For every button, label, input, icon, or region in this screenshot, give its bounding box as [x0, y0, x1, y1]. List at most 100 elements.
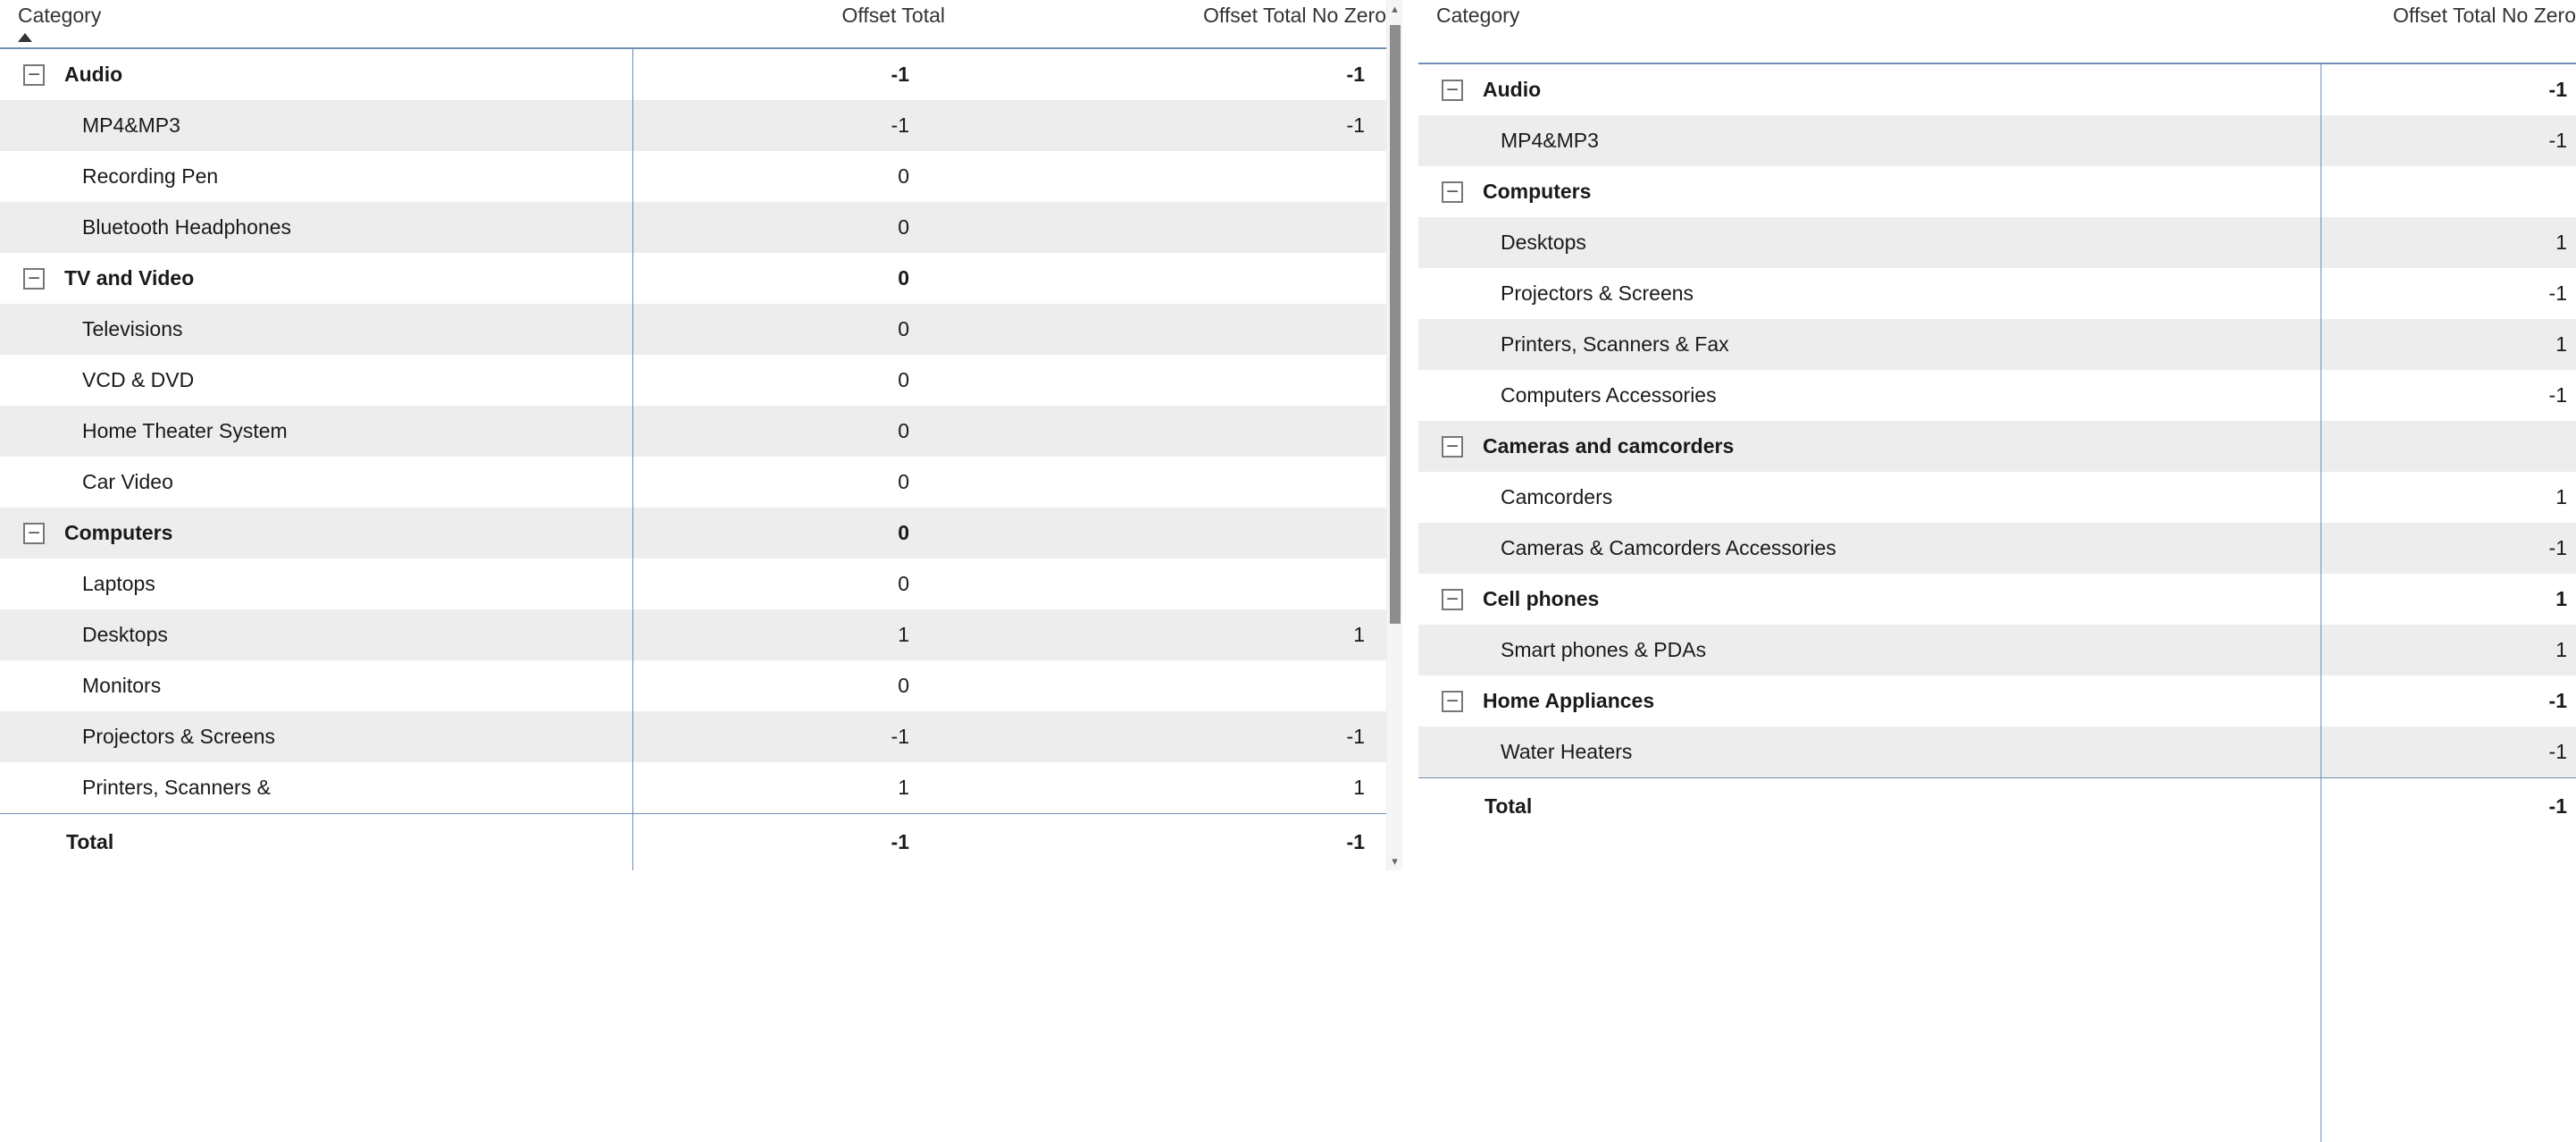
scroll-up-icon[interactable]: ▴ [1387, 0, 1402, 18]
cell-offset-total: 0 [632, 470, 909, 494]
table-row[interactable]: Computers Accessories-1 [1418, 370, 2576, 421]
total-value-2: -1 [2318, 794, 2567, 819]
cell-offset-total-no-zero: -1 [909, 725, 1365, 749]
collapse-icon[interactable] [1442, 80, 1463, 101]
cell-offset-total-no-zero: -1 [2318, 740, 2567, 764]
scroll-down-icon[interactable]: ▾ [1387, 852, 1402, 870]
cell-offset-total-no-zero: 1 [2318, 587, 2567, 611]
table-row[interactable]: VCD & DVD0 [0, 355, 1386, 406]
table-row[interactable]: Projectors & Screens-1-1 [0, 711, 1386, 762]
cell-offset-total-no-zero: -1 [909, 113, 1365, 138]
row-label: Cameras and camcorders [1418, 434, 2318, 458]
cell-offset-total: 0 [632, 521, 909, 545]
cell-offset-total-no-zero: 1 [909, 776, 1365, 800]
cell-offset-total-no-zero: 1 [2318, 638, 2567, 662]
vertical-scrollbar[interactable]: ▴ ▾ [1386, 0, 1402, 870]
column-header-offset-total-no-zero[interactable]: Offset Total No Zero [2338, 4, 2576, 28]
column-header-category[interactable]: Category [1436, 4, 2338, 28]
collapse-icon[interactable] [23, 523, 45, 544]
sort-ascending-icon[interactable] [18, 33, 32, 42]
row-label: Car Video [0, 470, 632, 494]
row-label: Camcorders [1418, 485, 2318, 509]
cell-offset-total-no-zero: -1 [909, 63, 1365, 87]
table-row[interactable]: MP4&MP3-1 [1418, 115, 2576, 166]
cell-offset-total-no-zero: 1 [2318, 485, 2567, 509]
table-row[interactable]: Desktops11 [0, 609, 1386, 660]
group-row[interactable]: Cameras and camcorders [1418, 421, 2576, 472]
total-label: Total [0, 830, 632, 854]
panel-gap [1402, 0, 1418, 1142]
table-row[interactable]: Cameras & Camcorders Accessories-1 [1418, 523, 2576, 574]
table-row[interactable]: Home Theater System0 [0, 406, 1386, 457]
cell-offset-total-no-zero: -1 [2318, 689, 2567, 713]
table-row[interactable]: Car Video0 [0, 457, 1386, 508]
table-row[interactable]: Water Heaters-1 [1418, 726, 2576, 777]
row-label: Home Theater System [0, 419, 632, 443]
group-row[interactable]: TV and Video0 [0, 253, 1386, 304]
group-row[interactable]: Cell phones1 [1418, 574, 2576, 625]
collapse-icon[interactable] [1442, 589, 1463, 610]
row-label: Audio [1418, 78, 2318, 102]
collapse-icon[interactable] [23, 64, 45, 86]
cell-offset-total: 0 [632, 674, 909, 698]
group-row[interactable]: Computers0 [0, 508, 1386, 558]
table-row[interactable]: Projectors & Screens-1 [1418, 268, 2576, 319]
total-row: Total -1 [1418, 777, 2576, 835]
table-row[interactable]: Printers, Scanners &11 [0, 762, 1386, 813]
total-row: Total -1 -1 [0, 813, 1386, 870]
row-label: MP4&MP3 [1418, 129, 2318, 153]
row-label: Laptops [0, 572, 632, 596]
matrix-right-body: Audio-1MP4&MP3-1ComputersDesktops1Projec… [1418, 64, 2576, 1142]
matrix-right-header: Category Offset Total No Zero [1418, 0, 2576, 61]
row-label: Monitors [0, 674, 632, 698]
row-label: VCD & DVD [0, 368, 632, 392]
cell-offset-total: 1 [632, 776, 909, 800]
row-label: Audio [0, 63, 632, 87]
collapse-icon[interactable] [23, 268, 45, 290]
row-label: Cell phones [1418, 587, 2318, 611]
table-row[interactable]: Smart phones & PDAs1 [1418, 625, 2576, 676]
table-row[interactable]: Camcorders1 [1418, 472, 2576, 523]
row-label: Smart phones & PDAs [1418, 638, 2318, 662]
table-row[interactable]: Bluetooth Headphones0 [0, 202, 1386, 253]
collapse-icon[interactable] [1442, 181, 1463, 203]
cell-offset-total-no-zero: -1 [2318, 78, 2567, 102]
row-label: Computers [0, 521, 632, 545]
cell-offset-total-no-zero: -1 [2318, 536, 2567, 560]
group-row[interactable]: Audio-1 [1418, 64, 2576, 115]
collapse-icon[interactable] [1442, 691, 1463, 712]
total-value-2: -1 [909, 830, 1365, 854]
group-row[interactable]: Audio-1-1 [0, 49, 1386, 100]
scrollbar-thumb[interactable] [1390, 25, 1401, 624]
collapse-icon[interactable] [1442, 436, 1463, 458]
cell-offset-total-no-zero: 1 [2318, 231, 2567, 255]
row-label: Printers, Scanners & Fax [1418, 332, 2318, 357]
table-row[interactable]: Printers, Scanners & Fax1 [1418, 319, 2576, 370]
row-label: Projectors & Screens [0, 725, 632, 749]
row-label: TV and Video [0, 266, 632, 290]
table-row[interactable]: MP4&MP3-1-1 [0, 100, 1386, 151]
column-header-category[interactable]: Category [18, 4, 650, 28]
group-row[interactable]: Home Appliances-1 [1418, 676, 2576, 726]
row-label: Computers [1418, 180, 2318, 204]
column-header-offset-total-no-zero[interactable]: Offset Total No Zero [945, 4, 1386, 28]
table-row[interactable]: Recording Pen0 [0, 151, 1386, 202]
table-row[interactable]: Televisions0 [0, 304, 1386, 355]
row-label: Printers, Scanners & [0, 776, 632, 800]
cell-offset-total-no-zero: 1 [2318, 332, 2567, 357]
row-label: Projectors & Screens [1418, 281, 2318, 306]
total-value-1: -1 [632, 830, 909, 854]
row-label: Home Appliances [1418, 689, 2318, 713]
row-label: Desktops [1418, 231, 2318, 255]
cell-offset-total: -1 [632, 113, 909, 138]
total-label: Total [1418, 794, 2318, 819]
table-row[interactable]: Laptops0 [0, 558, 1386, 609]
group-row[interactable]: Computers [1418, 166, 2576, 217]
column-separator [632, 49, 633, 870]
column-header-offset-total[interactable]: Offset Total [668, 4, 945, 28]
table-row[interactable]: Desktops1 [1418, 217, 2576, 268]
table-row[interactable]: Monitors0 [0, 660, 1386, 711]
cell-offset-total: 0 [632, 368, 909, 392]
cell-offset-total: -1 [632, 63, 909, 87]
cell-offset-total: 1 [632, 623, 909, 647]
